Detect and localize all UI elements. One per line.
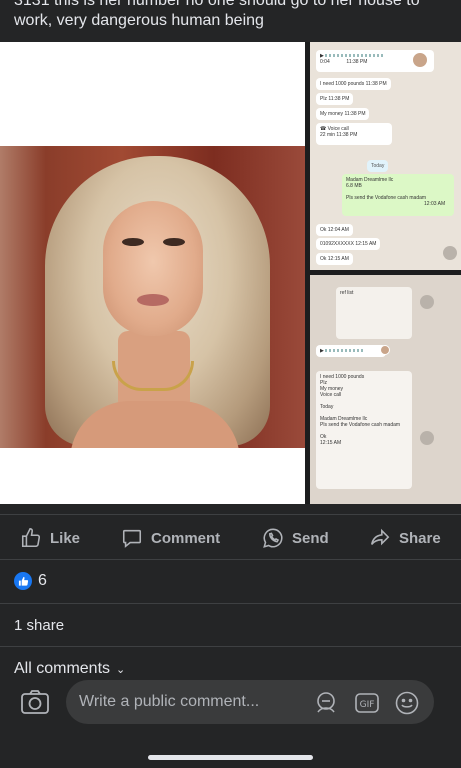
like-button[interactable]: Like	[20, 527, 80, 549]
voice-message-bubble: ▶	[316, 345, 386, 357]
scroll-down-icon	[443, 246, 457, 260]
divider	[0, 646, 461, 647]
chat-message: Ok 12:04 AM	[316, 224, 353, 236]
chat-message: I need 1000 pounds 11:38 PM	[316, 78, 391, 90]
reaction-count: 6	[38, 572, 47, 589]
voice-call-bubble: ☎ Voice call 22 min 11:38 PM	[316, 123, 392, 145]
chat-screenshot-nested: I need 1000 pounds Plz My money Voice ca…	[316, 371, 412, 489]
chat-message: 01092XXXXXX 12:15 AM	[316, 238, 381, 250]
emoji-icon[interactable]	[394, 690, 420, 716]
chat-message: Plz 11:38 PM	[316, 93, 354, 105]
chat-screenshot-thumbnail-1[interactable]: ▶ 0:04 11:38 PM I need 1000 pounds 11:38…	[310, 42, 461, 270]
chat-avatar	[380, 345, 390, 355]
whatsapp-icon	[263, 528, 283, 548]
send-button[interactable]: Send	[262, 527, 329, 549]
speech-bubble-icon	[122, 529, 142, 548]
comment-input[interactable]: Write a public comment... GIF	[66, 680, 434, 724]
chevron-down-icon: ⌄	[116, 664, 126, 674]
post-action-bar: Like Comment Send Share	[0, 514, 461, 560]
share-count[interactable]: 1 share	[14, 617, 64, 634]
comment-placeholder: Write a public comment...	[79, 693, 260, 710]
home-indicator[interactable]	[148, 755, 313, 760]
chat-avatar	[412, 52, 428, 68]
forward-icon	[420, 431, 434, 445]
chat-message-sent: Madam Dreamlme llc 6.8 MB Pls send the V…	[342, 174, 454, 216]
forward-icon	[420, 295, 434, 309]
gif-icon[interactable]: GIF	[354, 690, 380, 716]
post-media-grid: ▶ 0:04 11:38 PM I need 1000 pounds 11:38…	[0, 42, 461, 504]
divider	[0, 603, 461, 604]
share-button[interactable]: Share	[369, 527, 441, 549]
comment-label: Comment	[151, 529, 221, 547]
send-label: Send	[292, 529, 329, 547]
reactions-summary[interactable]: 6	[14, 570, 47, 592]
chat-message: My money 11:38 PM	[316, 108, 370, 120]
avatar-sticker-icon[interactable]	[313, 690, 339, 716]
like-reaction-icon	[14, 572, 32, 590]
document-preview: ref list	[336, 287, 412, 339]
camera-icon[interactable]	[20, 688, 50, 716]
post-text: 3131 this is her number no one should go…	[0, 0, 461, 42]
day-separator: Today	[367, 160, 389, 172]
post-text-line-1: 3131 this is her number no one should go…	[14, 0, 420, 9]
main-photo[interactable]	[0, 42, 305, 504]
thumbs-up-icon	[21, 528, 41, 548]
chat-screenshot-thumbnail-2[interactable]: ref list ▶ I need 1000 pounds Plz My mon…	[310, 275, 461, 504]
all-comments-label: All comments	[14, 660, 111, 674]
share-label: Share	[399, 529, 441, 547]
comment-composer: Write a public comment... GIF	[0, 674, 461, 768]
comment-button[interactable]: Comment	[121, 527, 220, 549]
portrait-image	[0, 146, 305, 448]
gif-text: GIF	[360, 700, 375, 710]
post-text-line-2: work, very dangerous human being	[14, 12, 264, 29]
share-arrow-icon	[370, 528, 390, 546]
like-label: Like	[50, 529, 81, 547]
all-comments-filter[interactable]: All comments ⌄	[14, 660, 125, 674]
chat-message: Ok 12:15 AM	[316, 253, 353, 265]
